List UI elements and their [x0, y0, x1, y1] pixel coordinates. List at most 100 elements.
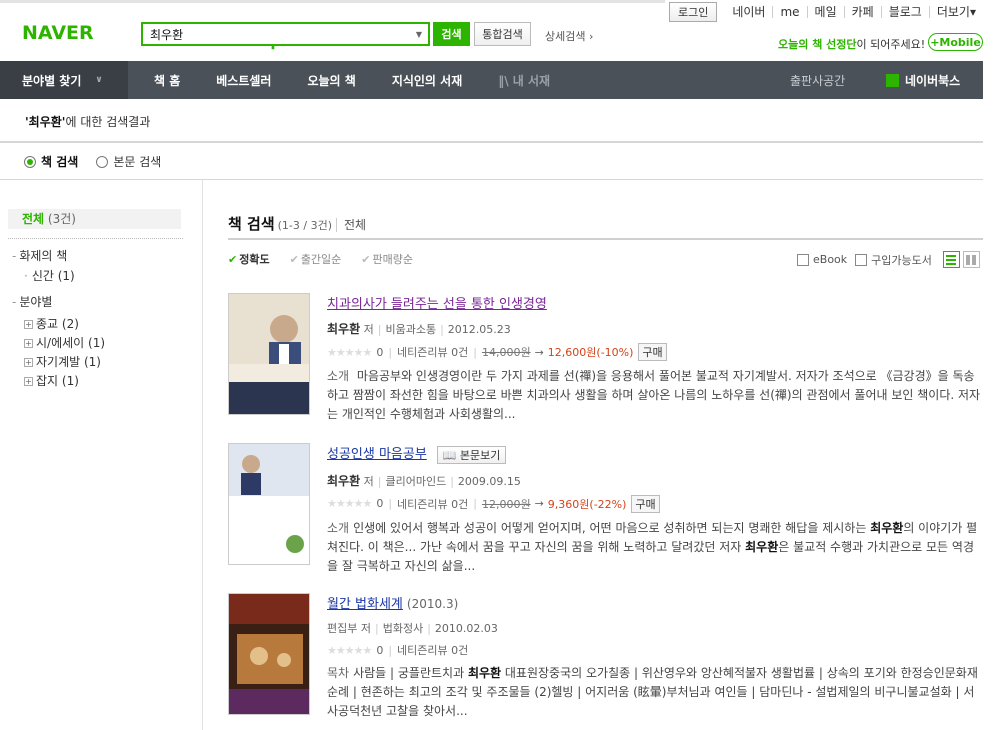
star-rating-icon: ★★★★★ — [327, 497, 372, 510]
filter-ebook[interactable]: eBook — [797, 253, 847, 266]
filter-available[interactable]: 구입가능도서 — [855, 252, 932, 268]
book-review-link[interactable]: 네티즌리뷰 0건 — [397, 344, 468, 360]
naver-book-logo[interactable]: NAVER 책 — [22, 22, 276, 53]
radio-text-search-label[interactable]: 본문 검색 — [113, 153, 161, 170]
result-query: '최우환' — [25, 115, 66, 129]
book-publisher[interactable]: 비움과소통 — [385, 323, 436, 336]
sidebar-field-item-label: 잡지 (1) — [36, 374, 79, 388]
expand-icon[interactable]: + — [24, 358, 33, 367]
utility-bar: 로그인 네이버 me 메일 카페 블로그 더보기▾ — [668, 2, 983, 22]
sort-accuracy[interactable]: ✔ 정확도 — [228, 251, 280, 267]
naverbooks-label: 네이버북스 — [905, 73, 961, 88]
radio-book-search[interactable] — [24, 155, 36, 168]
buy-button[interactable]: 구매 — [631, 494, 660, 513]
util-link-more[interactable]: 더보기▾ — [928, 6, 983, 18]
book-cover[interactable] — [228, 593, 310, 715]
book-publisher[interactable]: 클리어마인드 — [385, 475, 446, 488]
sort-date[interactable]: ✔ 출간일순 — [290, 251, 352, 267]
radio-book-search-label[interactable]: 책 검색 — [41, 153, 78, 170]
nav-my-library[interactable]: ‖\ 내 서재 — [480, 72, 568, 89]
main-all-link[interactable]: 전체 — [336, 218, 367, 232]
sidebar-field-item[interactable]: + 잡지 (1) — [24, 372, 79, 389]
sidebar: 전체 (3건) 화제의 책 ·신간 (1) 분야별 +종교 (2) +시/에세이… — [0, 180, 203, 730]
result-suffix: 에 대한 검색결과 — [65, 115, 151, 129]
book-info: 월간 법화세계 (2010.3) 편집부 저 | 법화정사 | 2010.02.03 ★★… — [327, 593, 983, 721]
nav-naverbooks[interactable]: 네이버북스 — [886, 72, 960, 89]
book-title-link[interactable]: 치과의사가 들려주는 선을 통한 인생경영 — [327, 297, 547, 312]
expand-icon[interactable]: + — [24, 377, 33, 386]
book-price-new: 12,600원(-10%) — [547, 346, 634, 359]
category-menu[interactable]: 분야별 찾기 ∨ — [0, 61, 128, 99]
total-search-button[interactable]: 통합검색 — [474, 22, 531, 46]
expand-icon[interactable]: + — [24, 320, 33, 329]
divider — [228, 238, 983, 240]
book-review-link[interactable]: 네티즌리뷰 0건 — [397, 642, 468, 658]
desc-highlight: 최우환 — [870, 520, 904, 535]
sort-date-label: 출간일순 — [300, 253, 342, 266]
util-link-blog[interactable]: 블로그 — [880, 6, 929, 18]
search-input-value: 최우환 — [150, 27, 184, 42]
book-rating: 0 — [376, 345, 384, 359]
book-author[interactable]: 편집부 — [327, 622, 357, 635]
book-publisher[interactable]: 법화정사 — [383, 622, 423, 635]
nav-my-library-label: 내 서재 — [512, 73, 551, 88]
promo-text[interactable]: 오늘의 책 선정단이 되어주세요! — [778, 36, 925, 52]
book-title-link[interactable]: 성공인생 마음공부 — [327, 447, 427, 462]
book-title-link[interactable]: 월간 법화세계 — [327, 597, 403, 612]
util-link-me[interactable]: me — [772, 6, 806, 18]
util-link-mail[interactable]: 메일 — [806, 6, 844, 18]
book-cover[interactable] — [228, 293, 310, 415]
desc-tag: 목차 — [327, 666, 350, 680]
expand-icon[interactable]: + — [24, 339, 33, 348]
arrow-icon: → — [534, 345, 544, 359]
search-mode: 책 검색 본문 검색 — [24, 153, 179, 170]
sidebar-field-header[interactable]: 분야별 — [12, 293, 52, 310]
bullet-icon: · — [24, 269, 28, 283]
radio-text-search[interactable] — [96, 155, 109, 168]
search-button[interactable]: 검색 — [433, 22, 470, 46]
nav-library[interactable]: 지식인의 서재 — [374, 72, 480, 89]
nav-publisher[interactable]: 출판사공간 — [790, 72, 845, 89]
util-link-naver[interactable]: 네이버 — [725, 6, 772, 18]
check-icon: ✔ — [228, 253, 238, 266]
sidebar-topic-item[interactable]: · 신간 (1) — [24, 267, 75, 284]
filter-ebook-label: eBook — [813, 253, 848, 266]
grid-view-icon[interactable] — [962, 251, 980, 268]
available-checkbox[interactable] — [855, 253, 868, 266]
sidebar-field-item[interactable]: + 시/에세이 (1) — [24, 334, 105, 351]
search-input[interactable]: 최우환 ▼ — [141, 22, 430, 46]
sidebar-field-item[interactable]: + 자기계발 (1) — [24, 353, 101, 370]
list-view-icon[interactable] — [942, 251, 960, 268]
book-review-link[interactable]: 네티즌리뷰 0건 — [397, 496, 468, 512]
book-cover[interactable] — [228, 443, 310, 565]
sidebar-topic-header[interactable]: 화제의 책 — [12, 247, 67, 264]
main-nav: 분야별 찾기 ∨ 책 홈 베스트셀러 오늘의 책 지식인의 서재 ‖\ 내 서재… — [0, 61, 983, 99]
book-price-old: 14,000원 — [481, 346, 531, 359]
mobile-button[interactable]: +Mobile — [928, 33, 983, 51]
sidebar-all[interactable]: 전체 (3건) — [8, 209, 181, 229]
sidebar-topic-item-label: 신간 (1) — [31, 269, 75, 283]
preview-button[interactable]: 📖 본문보기 — [436, 445, 507, 464]
nav-bestseller[interactable]: 베스트셀러 — [198, 72, 289, 89]
sort-options: ✔ 정확도 ✔ 출간일순 ✔ 판매량순 — [228, 251, 433, 267]
nav-today-book[interactable]: 오늘의 책 — [289, 72, 373, 89]
buy-button[interactable]: 구매 — [638, 343, 667, 361]
filters: eBook 구입가능도서 — [797, 251, 980, 268]
book-price-old: 12,000원 — [481, 497, 531, 511]
util-link-cafe[interactable]: 카페 — [843, 6, 881, 18]
star-rating-icon: ★★★★★ — [327, 345, 372, 359]
book-meta: 편집부 저 | 법화정사 | 2010.02.03 — [327, 622, 498, 635]
book-date: 2010.02.03 — [434, 622, 498, 635]
nav-book-home[interactable]: 책 홈 — [136, 72, 198, 89]
sidebar-field-item[interactable]: + 종교 (2) — [24, 315, 79, 332]
dropdown-arrow-icon[interactable]: ▼ — [416, 30, 422, 39]
advanced-search-link[interactable]: 상세검색 › — [545, 28, 593, 44]
sidebar-field-item-label: 자기계발 (1) — [36, 355, 101, 369]
arrow-icon: → — [534, 497, 544, 510]
book-author[interactable]: 최우환 — [327, 474, 360, 488]
login-button[interactable]: 로그인 — [668, 2, 718, 22]
star-rating-icon: ★★★★★ — [327, 643, 372, 657]
book-author[interactable]: 최우환 — [327, 322, 360, 336]
ebook-checkbox[interactable] — [797, 253, 809, 266]
sort-sales[interactable]: ✔ 판매량순 — [361, 251, 423, 267]
